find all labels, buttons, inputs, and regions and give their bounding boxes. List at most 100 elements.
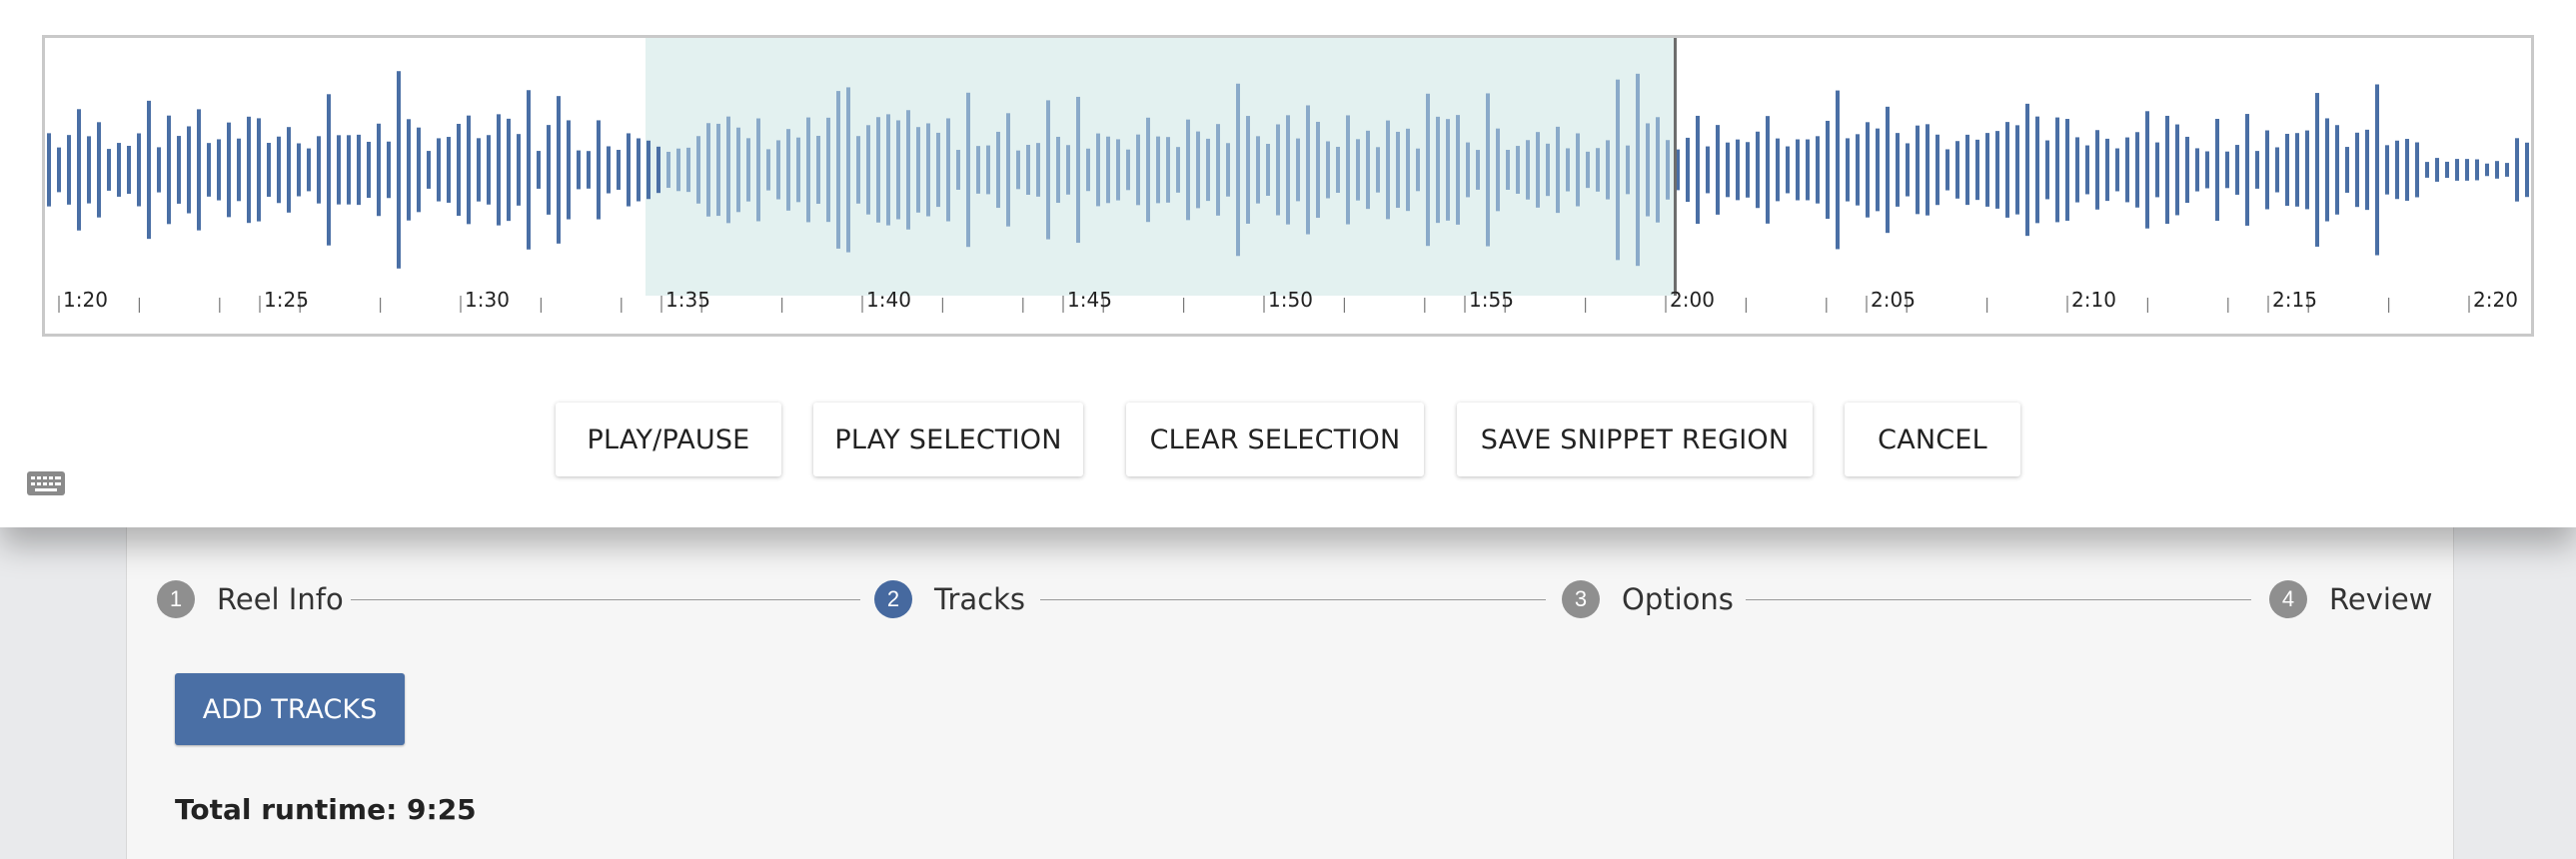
waveform-bar [2375, 84, 2379, 256]
keyboard-icon[interactable] [26, 469, 66, 497]
waveform-bar [2405, 139, 2409, 201]
waveform-bar [177, 136, 181, 204]
add-tracks-button[interactable]: ADD TRACKS [175, 673, 405, 745]
waveform-bar [547, 125, 551, 215]
time-label: 1:25 [264, 288, 309, 312]
waveform-bar [2515, 138, 2519, 202]
waveform-bar [587, 151, 591, 189]
stepper: 1 Reel Info 2 Tracks 3 Options 4 Review [157, 579, 2432, 619]
waveform-bar [397, 71, 401, 269]
waveform-bar [2045, 140, 2049, 200]
waveform-bar [886, 114, 890, 226]
waveform-bar [2425, 162, 2429, 178]
play-selection-button[interactable]: PLAY SELECTION [813, 403, 1083, 476]
waveform-bar [1746, 142, 1750, 198]
waveform-bar [786, 129, 790, 211]
waveform-bar [2065, 119, 2069, 221]
stepper-line [1746, 599, 2251, 600]
waveform-bar [646, 140, 650, 200]
waveform-bar [846, 87, 850, 253]
waveform-bar [2135, 132, 2139, 208]
waveform-bar [1186, 119, 1190, 221]
waveform-bar [507, 118, 511, 222]
waveform-bar [2275, 147, 2279, 193]
waveform-bar [1376, 147, 1380, 193]
waveform-bar [1166, 137, 1170, 203]
waveform-bar [77, 109, 81, 231]
waveform-bar [1646, 123, 1650, 217]
waveform-bar [2105, 138, 2109, 202]
waveform-bar [1636, 73, 1640, 267]
waveform-bar [906, 110, 910, 230]
clear-selection-button[interactable]: CLEAR SELECTION [1126, 403, 1424, 476]
waveform-bar [686, 147, 690, 193]
waveform-bar [267, 143, 271, 197]
waveform-panel[interactable]: 1:20 1:25 1:30 1:35 1:40 1:45 1:50 1:55 2:00 2:05… [42, 35, 2534, 337]
waveform-bar [1116, 139, 1120, 201]
waveform-bar [736, 127, 740, 213]
waveform-bar [217, 139, 221, 201]
waveform-bar [2145, 111, 2149, 229]
waveform-bar [1046, 100, 1050, 240]
waveform-bar [2415, 142, 2419, 198]
waveform-bar [666, 151, 670, 189]
waveform-bar [1056, 136, 1060, 204]
waveform-bar [477, 138, 481, 202]
waveform-bar [716, 123, 720, 217]
step-review[interactable]: 4 Review [2269, 579, 2432, 619]
waveform-bar [1826, 120, 1830, 220]
stepper-line [1040, 599, 1546, 600]
step-reel-info[interactable]: 1 Reel Info [157, 579, 358, 619]
waveform-bar [1886, 106, 1890, 234]
waveform-bar [2015, 125, 2019, 215]
save-snippet-region-button[interactable]: SAVE SNIPPET REGION [1457, 403, 1813, 476]
time-label: 1:35 [665, 288, 710, 312]
waveform-bar [826, 117, 830, 223]
waveform-bar [1276, 124, 1280, 216]
waveform-bar [457, 123, 461, 217]
waveform-bar [297, 143, 301, 197]
waveform-bar [1406, 128, 1410, 212]
waveform-bar [726, 116, 730, 224]
waveform-bar [946, 118, 950, 222]
waveform-bar [2075, 137, 2079, 203]
waveform-bar [996, 131, 1000, 209]
cancel-button[interactable]: CANCEL [1845, 403, 2020, 476]
step-options[interactable]: 3 Options [1562, 579, 1734, 619]
play-pause-button[interactable]: PLAY/PAUSE [556, 403, 781, 476]
waveform-bar [207, 143, 211, 197]
waveform-bar [497, 114, 501, 226]
waveform-bar [1716, 125, 1720, 215]
waveform-bar [627, 133, 631, 207]
waveform-bar [1726, 142, 1730, 198]
waveform-bar [87, 136, 91, 204]
waveform-bar [866, 125, 870, 215]
waveform-bar [1316, 121, 1320, 219]
waveform-bar [2265, 130, 2269, 210]
time-label: 2:20 [2473, 288, 2518, 312]
step-tracks[interactable]: 2 Tracks [874, 579, 1025, 619]
waveform-bar [597, 120, 601, 220]
waveform-bar [237, 138, 241, 202]
waveform-bar [2445, 161, 2449, 179]
playhead-cursor[interactable] [1674, 38, 1677, 296]
waveform-bar [1036, 143, 1040, 197]
waveform-bar [836, 91, 840, 249]
waveform-bar [2205, 151, 2209, 189]
waveform-bar [2325, 118, 2329, 222]
waveform-bar [447, 137, 451, 203]
waveform-bar [766, 149, 770, 191]
waveform-bar [856, 136, 860, 204]
waveform-bar [2295, 133, 2299, 207]
waveform-bar [1566, 148, 1570, 192]
waveform-bar [676, 148, 680, 192]
waveform-bar [1975, 139, 1979, 201]
waveform-bar [1476, 150, 1480, 190]
waveform-bar [67, 135, 71, 205]
snippet-editor-modal: 1:20 1:25 1:30 1:35 1:40 1:45 1:50 1:55 2:00 2:05… [0, 0, 2576, 527]
waveform-bar [1436, 116, 1440, 224]
waveform-bar [2195, 148, 2199, 192]
waveform-bar [2095, 130, 2099, 210]
waveform-bar [487, 135, 491, 205]
waveform-bar [696, 136, 700, 204]
